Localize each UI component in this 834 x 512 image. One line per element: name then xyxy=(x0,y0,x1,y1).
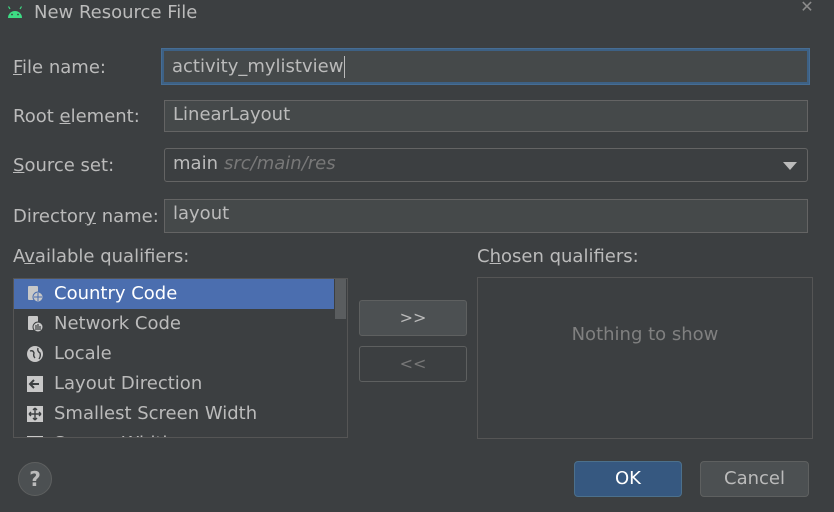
screen-width-icon xyxy=(27,436,43,437)
directory-name-label: Directory name: xyxy=(13,206,159,227)
file-name-input[interactable]: activity_mylistview xyxy=(162,49,809,84)
empty-state-text: Nothing to show xyxy=(571,324,719,345)
file-name-label: File name: xyxy=(13,57,106,78)
country-code-icon xyxy=(28,286,44,303)
list-item-label: Country Code xyxy=(54,283,178,304)
available-qualifiers-label: Available qualifiers: xyxy=(13,246,190,267)
list-item-network-code[interactable]: Network Code xyxy=(14,309,334,339)
source-set-value: main xyxy=(173,153,218,174)
chosen-qualifiers-list[interactable]: Nothing to show xyxy=(477,277,813,439)
list-item-label: Layout Direction xyxy=(54,373,203,394)
scrollbar-thumb[interactable] xyxy=(335,279,346,319)
window-title: New Resource File xyxy=(34,2,198,23)
root-element-value: LinearLayout xyxy=(173,104,291,125)
close-icon[interactable]: ✕ xyxy=(798,0,816,16)
chevron-down-icon xyxy=(783,162,797,170)
list-item-country-code[interactable]: Country Code xyxy=(14,279,334,309)
root-element-input[interactable]: LinearLayout xyxy=(164,100,808,132)
ok-button[interactable]: OK xyxy=(574,461,682,497)
layout-direction-icon xyxy=(27,376,43,392)
source-set-hint: src/main/res xyxy=(223,153,336,174)
directory-name-input[interactable]: layout xyxy=(164,199,808,233)
list-item-smallest-screen-width[interactable]: Smallest Screen Width xyxy=(14,399,334,429)
android-icon xyxy=(7,6,23,18)
source-set-dropdown[interactable]: main src/main/res xyxy=(164,148,808,182)
cancel-button[interactable]: Cancel xyxy=(700,461,809,497)
list-item-locale[interactable]: Locale xyxy=(14,339,334,369)
list-item-layout-direction[interactable]: Layout Direction xyxy=(14,369,334,399)
root-element-label: Root element: xyxy=(13,106,140,127)
list-item-label: Smallest Screen Width xyxy=(54,403,258,424)
list-item-label: Network Code xyxy=(54,313,181,334)
globe-icon xyxy=(27,346,43,362)
chosen-qualifiers-label: Chosen qualifiers: xyxy=(477,246,639,267)
remove-qualifier-button[interactable]: << xyxy=(359,346,467,382)
available-qualifiers-list[interactable]: Country Code Network Code Locale Layout … xyxy=(13,278,348,438)
text-caret xyxy=(344,56,346,78)
list-item-label: Screen Width xyxy=(54,429,174,437)
list-item-label: Locale xyxy=(54,343,112,364)
help-button[interactable]: ? xyxy=(18,462,52,496)
screen-width-icon xyxy=(27,406,43,422)
list-item-screen-width[interactable]: Screen Width xyxy=(14,429,334,437)
add-qualifier-button[interactable]: >> xyxy=(359,300,467,336)
network-code-icon xyxy=(28,316,44,333)
source-set-label: Source set: xyxy=(13,155,115,176)
directory-name-value: layout xyxy=(173,203,230,224)
file-name-value: activity_mylistview xyxy=(172,56,344,77)
